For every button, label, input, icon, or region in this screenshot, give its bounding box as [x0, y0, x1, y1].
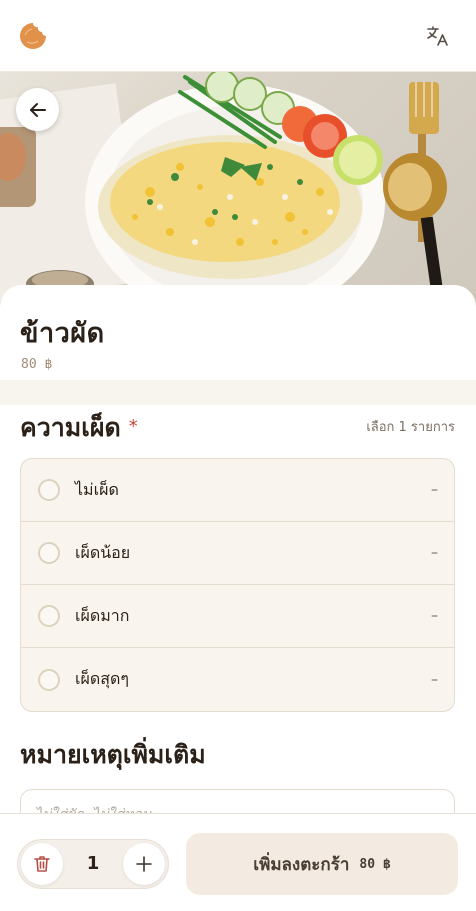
spiciness-hint: เลือก 1 รายการ — [366, 420, 455, 435]
arrow-left-icon — [29, 102, 46, 117]
cart-bar: 1 เพิ่มลงตะกร้า 80 ฿ — [0, 813, 476, 911]
radio-button[interactable] — [38, 605, 60, 627]
bitten-cookie-logo-icon[interactable] — [18, 21, 48, 51]
radio-button[interactable] — [38, 668, 60, 691]
fried-rice-photo — [0, 72, 447, 312]
remove-button[interactable] — [21, 843, 63, 885]
option-label: เผ็ดสุดๆ — [75, 669, 129, 688]
spiciness-option-hot[interactable]: เผ็ดมาก – — [21, 585, 454, 648]
trash-icon — [34, 856, 50, 872]
spiciness-option-mild[interactable]: เผ็ดน้อย – — [21, 522, 454, 585]
required-mark: * — [128, 416, 138, 437]
plus-icon — [136, 856, 152, 872]
spiciness-option-extra-hot[interactable]: เผ็ดสุดๆ – — [21, 648, 454, 711]
app-header — [0, 0, 476, 72]
spiciness-title-text: ความเผ็ด — [20, 413, 121, 442]
translate-icon[interactable] — [426, 24, 450, 48]
product-detail-sheet: ข้าวผัด 80 ฿ ความเผ็ด * เลือก 1 รายการ ไม… — [0, 285, 476, 849]
option-label: เผ็ดน้อย — [75, 542, 131, 562]
spiciness-option-none[interactable]: ไม่เผ็ด – — [21, 459, 454, 522]
add-to-cart-price: 80 ฿ — [359, 856, 391, 872]
option-price: – — [431, 545, 438, 561]
option-price: – — [431, 671, 438, 688]
option-label: เผ็ดมาก — [75, 605, 130, 625]
product-name: ข้าวผัด — [20, 318, 105, 349]
radio-button[interactable] — [38, 542, 60, 564]
spiciness-options: ไม่เผ็ด – เผ็ดน้อย – เผ็ดมาก – เผ็ดสุดๆ … — [20, 458, 455, 712]
notes-title: หมายเหตุเพิ่มเติม — [20, 740, 206, 769]
increase-button[interactable] — [123, 843, 165, 885]
back-button[interactable] — [16, 88, 59, 131]
radio-button[interactable] — [38, 479, 60, 501]
option-price: – — [431, 608, 438, 624]
spiciness-title: ความเผ็ด * — [20, 408, 138, 448]
add-to-cart-button[interactable]: เพิ่มลงตะกร้า 80 ฿ — [186, 833, 458, 895]
product-image — [0, 72, 476, 312]
quantity-stepper: 1 — [17, 839, 169, 889]
add-to-cart-label: เพิ่มลงตะกร้า — [253, 854, 350, 875]
product-price: 80 ฿ — [21, 357, 53, 372]
option-label: ไม่เผ็ด — [75, 479, 119, 499]
section-divider — [0, 380, 476, 405]
option-price: – — [431, 482, 438, 498]
